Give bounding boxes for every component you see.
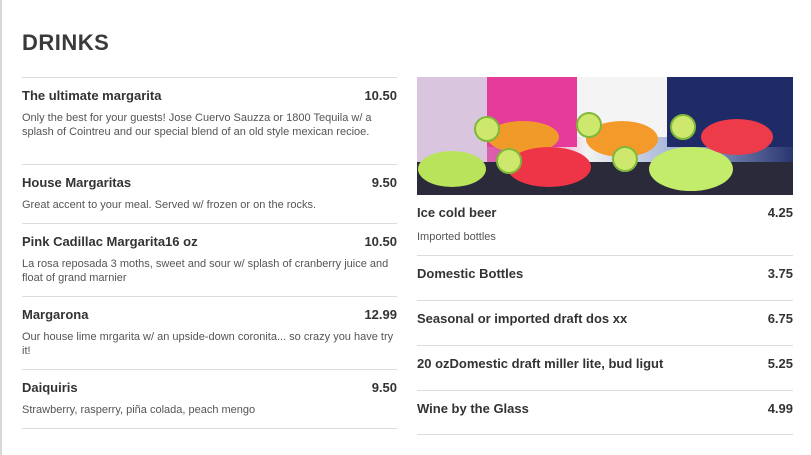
item-price: 9.50 <box>371 380 397 395</box>
item-name: House Margaritas <box>22 175 132 190</box>
item-name: Domestic Bottles <box>417 266 524 281</box>
menu-item: Ice cold beer 4.25 Imported bottles <box>417 195 793 255</box>
menu-item: Domestic Bottles 3.75 <box>417 255 793 300</box>
item-description: Great accent to your meal. Served w/ fro… <box>22 199 317 211</box>
item-name: Daiquiris <box>22 380 78 395</box>
item-description: Strawberry, rasperry, piña colada, peach… <box>22 404 256 416</box>
page-title: DRINKS <box>22 30 110 55</box>
menu-item: Daiquiris 9.50 Strawberry, rasperry, piñ… <box>22 369 397 429</box>
item-description: Imported bottles <box>417 231 496 243</box>
item-price: 6.75 <box>767 311 793 326</box>
item-name: Seasonal or imported draft dos xx <box>417 311 628 326</box>
margaritas-illustration <box>417 77 793 195</box>
item-price: 3.75 <box>767 266 793 281</box>
page-left-border <box>0 0 2 455</box>
drinks-right-column: Ice cold beer 4.25 Imported bottles Dome… <box>417 77 793 435</box>
menu-item: House Margaritas 9.50 Great accent to yo… <box>22 164 397 223</box>
item-name: Margarona <box>22 307 89 322</box>
menu-item: 20 ozDomestic draft miller lite, bud lig… <box>417 345 793 390</box>
menu-item: Pink Cadillac Margarita16 oz 10.50 La ro… <box>22 223 397 296</box>
drinks-left-column: The ultimate margarita 10.50 Only the be… <box>22 77 397 429</box>
item-price: 5.25 <box>767 356 793 371</box>
menu-item: The ultimate margarita 10.50 Only the be… <box>22 77 397 164</box>
menu-item: Seasonal or imported draft dos xx 6.75 <box>417 300 793 345</box>
item-name: The ultimate margarita <box>22 88 162 103</box>
menu-item: Wine by the Glass 4.99 <box>417 390 793 435</box>
item-description: La rosa reposada 3 moths, sweet and sour… <box>22 258 389 284</box>
item-price: 10.50 <box>364 234 397 249</box>
item-name: Wine by the Glass <box>417 401 529 416</box>
item-price: 12.99 <box>364 307 397 322</box>
menu-item: Margarona 12.99 Our house lime mrgarita … <box>22 296 397 369</box>
item-price: 4.25 <box>767 205 793 220</box>
item-description: Only the best for your guests! Jose Cuer… <box>22 112 372 138</box>
item-name: Ice cold beer <box>417 205 497 220</box>
item-price: 9.50 <box>371 175 397 190</box>
item-price: 4.99 <box>767 401 793 416</box>
item-description: Our house lime mrgarita w/ an upside-dow… <box>22 331 394 357</box>
item-name: 20 ozDomestic draft miller lite, bud lig… <box>417 356 664 371</box>
item-name: Pink Cadillac Margarita16 oz <box>22 234 198 249</box>
item-price: 10.50 <box>364 88 397 103</box>
margaritas-photo <box>417 77 793 195</box>
